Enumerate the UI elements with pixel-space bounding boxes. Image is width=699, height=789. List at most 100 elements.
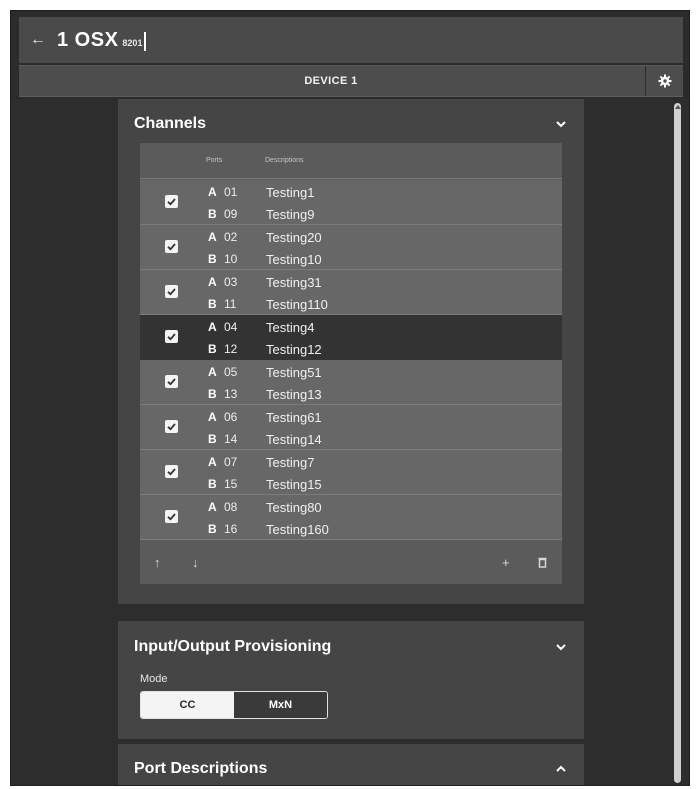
- port-number-a: 03: [224, 275, 238, 289]
- back-arrow-icon[interactable]: ←: [21, 31, 55, 49]
- channel-row[interactable]: A 05 Testing51 B 13 Testing13: [140, 360, 562, 405]
- port-description-a: Testing51: [266, 365, 322, 380]
- chevron-up-icon[interactable]: [554, 762, 568, 776]
- channel-row[interactable]: A 06 Testing61 B 14 Testing14: [140, 405, 562, 450]
- chevron-down-icon[interactable]: [554, 117, 568, 131]
- port-number-b: 15: [224, 477, 238, 491]
- tab-device-1[interactable]: DEVICE 1: [19, 66, 643, 96]
- port-descriptions-panel: Port Descriptions: [118, 744, 584, 785]
- port-description-a: Testing20: [266, 230, 322, 245]
- title-bar: ← 1 OSX 8201: [19, 17, 683, 63]
- port-letter-a: A: [208, 275, 217, 289]
- mode-toggle: CC MxN: [140, 691, 328, 719]
- port-letter-a: A: [208, 455, 217, 469]
- port-letter-a: A: [208, 500, 217, 514]
- io-provisioning-panel: Input/Output Provisioning Mode CC MxN: [118, 621, 584, 739]
- channels-title: Channels: [134, 115, 207, 132]
- port-description-a: Testing80: [266, 500, 322, 515]
- channel-row[interactable]: A 04 Testing4 B 12 Testing12: [140, 315, 562, 360]
- port-letter-b: B: [208, 432, 217, 446]
- column-header-ports: Ports: [206, 157, 223, 164]
- port-number-a: 05: [224, 365, 238, 379]
- channel-row[interactable]: A 01 Testing1 B 09 Testing9: [140, 180, 562, 225]
- row-checkbox[interactable]: [165, 375, 178, 388]
- port-letter-a: A: [208, 230, 217, 244]
- move-up-arrow-icon[interactable]: ↑: [154, 555, 161, 570]
- port-number-b: 16: [224, 522, 238, 536]
- port-number-b: 10: [224, 252, 238, 266]
- port-letter-b: B: [208, 387, 217, 401]
- channels-panel: Channels Ports Descriptions A 01 Testing1 B…: [118, 99, 584, 604]
- row-checkbox[interactable]: [165, 465, 178, 478]
- port-number-a: 01: [224, 185, 238, 199]
- port-description-a: Testing61: [266, 410, 322, 425]
- main-content: Channels Ports Descriptions A 01 Testing1 B…: [11, 99, 689, 785]
- port-description-a: Testing1: [266, 185, 315, 200]
- port-letter-b: B: [208, 252, 217, 266]
- port-number-a: 07: [224, 455, 238, 469]
- row-checkbox[interactable]: [165, 240, 178, 253]
- port-number-b: 12: [224, 342, 238, 356]
- checkmark-icon: [167, 198, 176, 206]
- mode-option-mxn[interactable]: MxN: [234, 692, 327, 718]
- port-letter-a: A: [208, 320, 217, 334]
- vertical-scrollbar[interactable]: [674, 103, 681, 783]
- port-letter-b: B: [208, 477, 217, 491]
- mode-option-cc[interactable]: CC: [141, 692, 234, 718]
- checkmark-icon: [167, 468, 176, 476]
- io-provisioning-title: Input/Output Provisioning: [134, 638, 332, 655]
- scrollbar-thumb[interactable]: [674, 103, 681, 783]
- port-letter-b: B: [208, 342, 217, 356]
- row-checkbox[interactable]: [165, 195, 178, 208]
- checkmark-icon: [167, 333, 176, 341]
- port-letter-b: B: [208, 522, 217, 536]
- port-number-a: 06: [224, 410, 238, 424]
- port-description-a: Testing31: [266, 275, 322, 290]
- device-model[interactable]: 8201: [122, 38, 142, 48]
- row-checkbox[interactable]: [165, 510, 178, 523]
- chevron-down-icon[interactable]: [554, 640, 568, 654]
- port-number-a: 08: [224, 500, 238, 514]
- port-description-a: Testing7: [266, 455, 315, 470]
- mode-label: Mode: [140, 673, 168, 685]
- port-description-b: Testing15: [266, 477, 322, 492]
- checkmark-icon: [167, 378, 176, 386]
- move-down-arrow-icon[interactable]: ↓: [192, 555, 199, 570]
- port-descriptions-title: Port Descriptions: [134, 760, 268, 777]
- port-number-a: 02: [224, 230, 238, 244]
- checkmark-icon: [167, 423, 176, 431]
- port-letter-a: A: [208, 365, 217, 379]
- port-number-b: 11: [224, 297, 237, 311]
- row-checkbox[interactable]: [165, 330, 178, 343]
- port-number-b: 13: [224, 387, 238, 401]
- port-letter-a: A: [208, 185, 217, 199]
- channel-row[interactable]: A 08 Testing80 B 16 Testing160: [140, 495, 562, 540]
- scroll-up-arrow-icon[interactable]: [675, 105, 681, 109]
- settings-button[interactable]: [645, 66, 683, 96]
- device-tab-bar: DEVICE 1: [19, 65, 683, 97]
- checkmark-icon: [167, 243, 176, 251]
- device-name[interactable]: 1 OSX: [57, 29, 118, 52]
- channel-row[interactable]: A 07 Testing7 B 15 Testing15: [140, 450, 562, 495]
- port-description-b: Testing14: [266, 432, 322, 447]
- row-checkbox[interactable]: [165, 420, 178, 433]
- channels-table: Ports Descriptions A 01 Testing1 B 09 Testing…: [140, 143, 562, 584]
- channel-row[interactable]: A 02 Testing20 B 10 Testing10: [140, 225, 562, 270]
- port-description-b: Testing13: [266, 387, 322, 402]
- port-description-a: Testing4: [266, 320, 315, 335]
- gear-icon: [658, 74, 671, 88]
- checkmark-icon: [167, 288, 176, 296]
- text-caret: [144, 31, 147, 51]
- row-checkbox[interactable]: [165, 285, 178, 298]
- port-description-b: Testing160: [266, 522, 329, 537]
- channel-row[interactable]: A 03 Testing31 B 11 Testing110: [140, 270, 562, 315]
- checkmark-icon: [167, 513, 176, 521]
- port-description-b: Testing10: [266, 252, 322, 267]
- app-window: ← 1 OSX 8201 DEVICE 1 Channels Ports Des…: [10, 10, 690, 786]
- trash-icon[interactable]: [538, 557, 547, 568]
- port-number-b: 09: [224, 207, 238, 221]
- port-letter-b: B: [208, 207, 217, 221]
- port-number-a: 04: [224, 320, 238, 334]
- port-description-b: Testing12: [266, 342, 322, 357]
- add-icon[interactable]: +: [502, 555, 510, 570]
